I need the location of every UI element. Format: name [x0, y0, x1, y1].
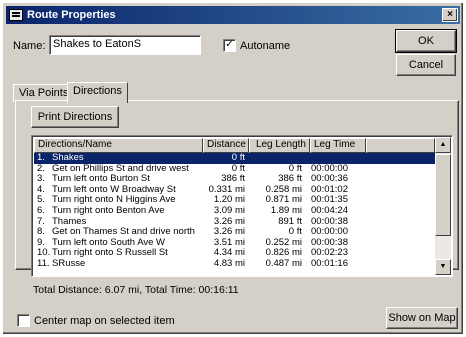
window-title: Route Properties: [27, 9, 116, 21]
list-rows: 1. Shakes 0 ft 2. Get on Phillips St and dri…: [34, 153, 435, 270]
close-button[interactable]: ×: [442, 8, 458, 22]
direction-name: SRusse: [52, 258, 86, 269]
row-number: 2.: [37, 163, 45, 174]
leg-time-cell: [305, 153, 355, 164]
leg-length-cell: 0.252 mi: [265, 237, 302, 248]
route-totals: Total Distance: 6.07 mi, Total Time: 00:…: [33, 284, 239, 296]
autoname-label: Autoname: [240, 40, 291, 52]
leg-length-cell: 0 ft: [288, 227, 302, 238]
distance-cell: 3.09 mi: [213, 205, 245, 216]
name-label: Name:: [13, 40, 46, 52]
leg-time-cell: 00:00:00: [311, 163, 348, 174]
table-row[interactable]: 11. SRusse 4.83 mi 0.487 mi 00:01:16: [34, 259, 435, 270]
table-row[interactable]: 3. Turn left onto Burton St 386 ft 386 ft 00…: [34, 174, 435, 185]
direction-name: Turn left onto W Broadway St: [52, 184, 176, 195]
leg-time-cell: 00:00:38: [311, 216, 348, 227]
table-row[interactable]: 6. Turn right onto Benton Ave 3.09 mi 1.89 …: [34, 206, 435, 217]
row-number: 8.: [37, 227, 45, 238]
leg-length-cell: 891 ft: [278, 216, 302, 227]
leg-time-cell: 00:01:02: [311, 184, 348, 195]
table-row[interactable]: 1. Shakes 0 ft: [34, 153, 435, 164]
row-number: 6.: [37, 205, 45, 216]
row-number: 1.: [37, 153, 45, 163]
scroll-thumb[interactable]: [435, 154, 451, 236]
distance-cell: 0 ft: [231, 153, 245, 163]
leg-time-cell: 00:00:36: [311, 174, 348, 185]
direction-name: Turn right onto S Russell St: [52, 248, 168, 259]
row-number: 7.: [37, 216, 45, 227]
leg-time-cell: 00:00:38: [311, 237, 348, 248]
row-number: 5.: [37, 195, 45, 206]
direction-name: Turn right onto N Higgins Ave: [52, 195, 176, 206]
row-number: 4.: [37, 184, 45, 195]
distance-cell: 1.20 mi: [213, 195, 245, 206]
table-row[interactable]: 4. Turn left onto W Broadway St 0.331 mi 0.…: [34, 185, 435, 196]
leg-length-cell: 1.89 mi: [270, 205, 302, 216]
column-header-leg-length[interactable]: Leg Length: [249, 138, 310, 153]
scroll-up-button[interactable]: ▲: [435, 137, 451, 153]
distance-cell: 4.83 mi: [213, 258, 245, 269]
table-row[interactable]: 5. Turn right onto N Higgins Ave 1.20 mi 0.…: [34, 195, 435, 206]
leg-length-cell: 0 ft: [288, 163, 302, 174]
distance-cell: 3.26 mi: [213, 227, 245, 238]
autoname-checkbox[interactable]: ✓: [223, 39, 236, 52]
leg-length-cell: 0.826 mi: [265, 248, 302, 259]
distance-cell: 4.34 mi: [213, 248, 245, 259]
leg-time-cell: 00:01:35: [311, 195, 348, 206]
distance-cell: 3.51 mi: [213, 237, 245, 248]
show-on-map-button[interactable]: Show on Map: [386, 307, 458, 329]
distance-cell: 386 ft: [221, 174, 245, 185]
column-header-leg-time[interactable]: Leg Time: [310, 138, 366, 153]
list-header: Directions/Name Distance Leg Length Leg …: [34, 138, 435, 153]
leg-time-cell: 00:02:23: [311, 248, 348, 259]
direction-name: Turn left onto Burton St: [52, 174, 150, 185]
title-bar: Route Properties ×: [6, 6, 460, 24]
leg-length-cell: 0.258 mi: [265, 184, 302, 195]
table-row[interactable]: 10. Turn right onto S Russell St 4.34 mi 0.…: [34, 248, 435, 259]
leg-length-cell: 0.487 mi: [265, 258, 302, 269]
column-header-filler: [366, 138, 435, 153]
scroll-down-button[interactable]: ▼: [435, 259, 451, 275]
table-row[interactable]: 9. Turn left onto South Ave W 3.51 mi 0.252…: [34, 238, 435, 249]
direction-name: Thames: [52, 216, 87, 227]
direction-name: Turn left onto South Ave W: [52, 237, 166, 248]
column-header-directions[interactable]: Directions/Name: [34, 138, 203, 153]
distance-cell: 0.331 mi: [208, 184, 245, 195]
row-number: 10.: [37, 248, 51, 259]
center-map-checkbox[interactable]: [17, 314, 30, 327]
row-number: 11.: [37, 258, 50, 269]
table-row[interactable]: 7. Thames 3.26 mi 891 ft 00:00:38: [34, 217, 435, 228]
route-properties-dialog: Route Properties × Name: Shakes to Eaton…: [2, 2, 464, 335]
leg-length-cell: 386 ft: [278, 174, 302, 185]
leg-time-cell: 00:00:00: [311, 227, 348, 238]
distance-cell: 3.26 mi: [213, 216, 245, 227]
name-input[interactable]: Shakes to EatonS: [49, 35, 201, 55]
distance-cell: 0 ft: [231, 163, 245, 174]
row-number: 9.: [37, 237, 45, 248]
center-map-label: Center map on selected item: [34, 315, 175, 327]
cancel-button[interactable]: Cancel: [396, 54, 456, 76]
direction-name: Turn right onto Benton Ave: [52, 205, 165, 216]
table-row[interactable]: 8. Get on Thames St and drive north 3.26 m…: [34, 227, 435, 238]
leg-length-cell: 0.871 mi: [265, 195, 302, 206]
leg-length-cell: [247, 153, 305, 164]
print-directions-button[interactable]: Print Directions: [31, 106, 119, 128]
ok-button[interactable]: OK: [395, 29, 457, 53]
column-header-distance[interactable]: Distance: [203, 138, 249, 153]
vertical-scrollbar[interactable]: ▲ ▼: [435, 137, 451, 275]
route-icon: [9, 9, 23, 21]
direction-name: Get on Thames St and drive north: [52, 227, 195, 238]
row-number: 3.: [37, 174, 45, 185]
direction-name: Get on Phillips St and drive west: [52, 163, 189, 174]
leg-time-cell: 00:04:24: [311, 205, 348, 216]
direction-name: Shakes: [52, 153, 84, 163]
directions-list[interactable]: Directions/Name Distance Leg Length Leg …: [31, 135, 453, 277]
table-row[interactable]: 2. Get on Phillips St and drive west 0 ft 0…: [34, 164, 435, 175]
tab-directions[interactable]: Directions: [67, 82, 128, 103]
leg-time-cell: 00:01:16: [311, 258, 348, 269]
